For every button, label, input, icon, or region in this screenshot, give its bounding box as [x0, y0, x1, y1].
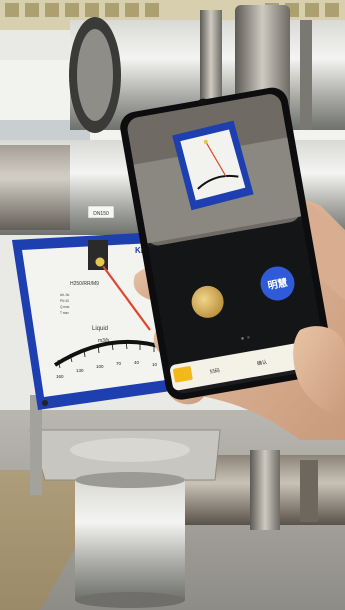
- svg-text:T max: T max: [60, 311, 69, 315]
- scale-tick-label: 70: [116, 361, 122, 366]
- scale-tick-label: 160: [56, 374, 64, 379]
- svg-text:Art.-Nr.: Art.-Nr.: [60, 293, 70, 297]
- scale-tick-label: 130: [76, 368, 84, 373]
- pipe-tag: DN150: [93, 211, 109, 217]
- scene-svg: DN150 KROH H250/RR/M9 Art.-Nr.PN 40 Q ma…: [0, 0, 345, 610]
- svg-text:Q max: Q max: [60, 305, 70, 309]
- scale-tick-label: 100: [96, 364, 104, 369]
- scale-tick-label: 10: [152, 362, 158, 367]
- svg-text:PN 40: PN 40: [60, 299, 69, 303]
- meter-model: H250/RR/M9: [70, 281, 99, 287]
- scale-tick-label: 40: [134, 360, 140, 365]
- meter-medium: Liquid: [92, 326, 108, 332]
- photo-scene: DN150 KROH H250/RR/M9 Art.-Nr.PN 40 Q ma…: [0, 0, 345, 610]
